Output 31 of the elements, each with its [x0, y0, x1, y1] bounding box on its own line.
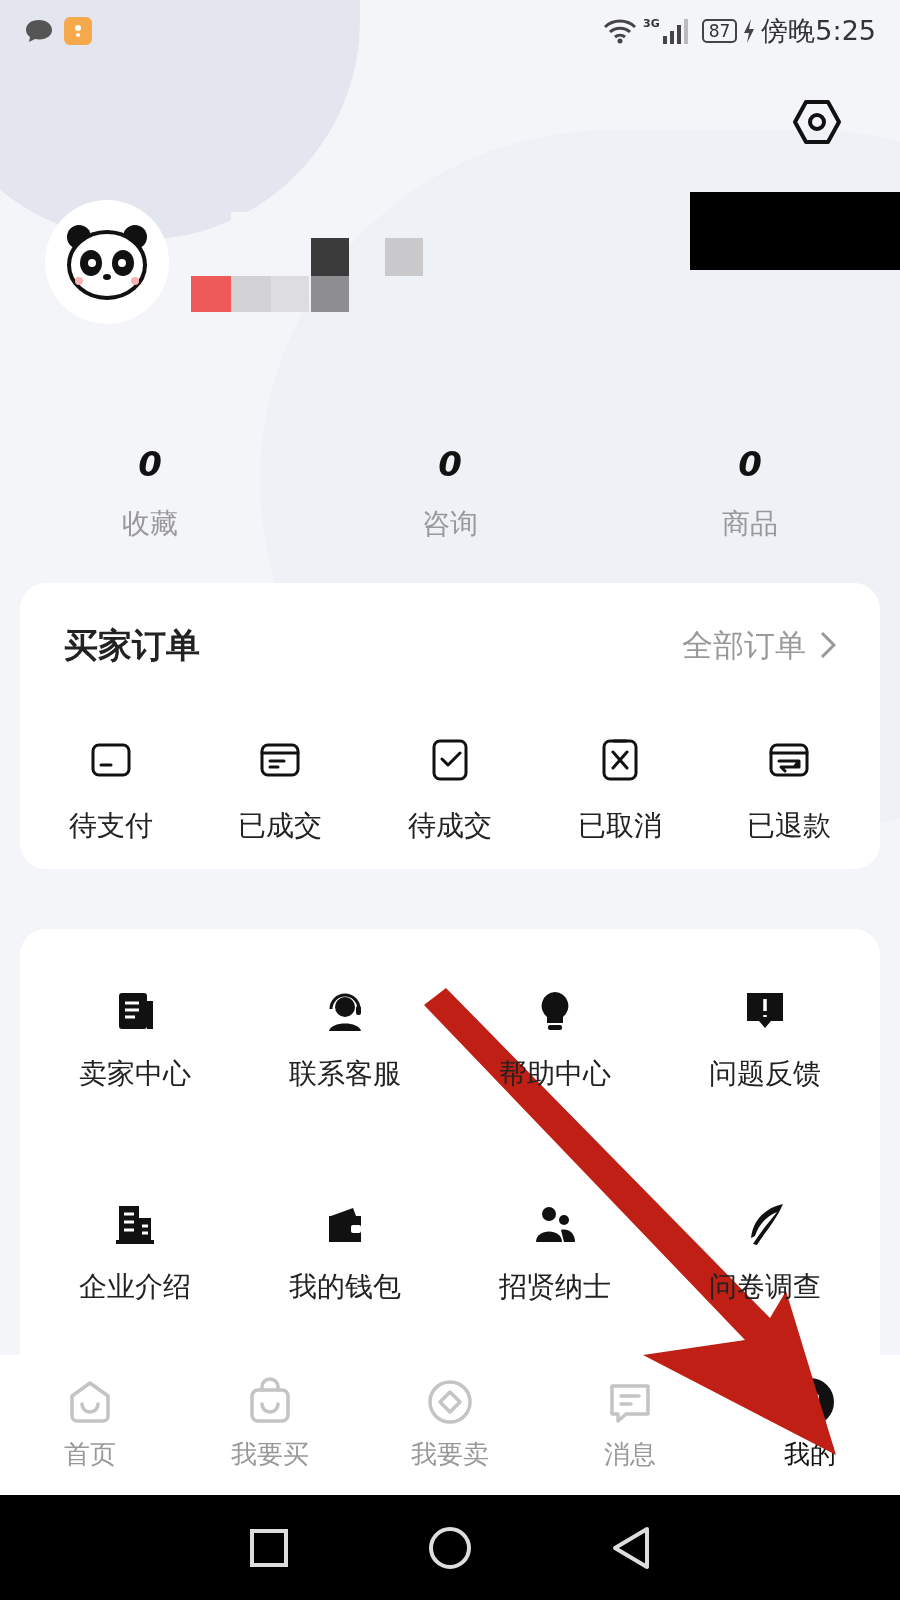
recent-apps-icon[interactable]	[249, 1527, 290, 1568]
signal-icon	[661, 18, 688, 44]
service-item[interactable]: 我的钱包	[240, 1202, 450, 1308]
order-status-item[interactable]: 待支付	[26, 737, 196, 847]
order-status-item[interactable]: 已成交	[195, 737, 366, 847]
battery-level: 87	[701, 19, 738, 43]
back-icon[interactable]	[610, 1525, 651, 1570]
order-status-item[interactable]: 已取消	[534, 737, 705, 847]
order-status-item[interactable]: 待成交	[365, 737, 535, 847]
service-item[interactable]: 联系客服	[240, 989, 450, 1095]
card-title: 买家订单	[64, 623, 200, 667]
status-time: 傍晚5:25	[761, 13, 876, 48]
service-item[interactable]: 企业介绍	[30, 1202, 240, 1308]
app-icon	[64, 17, 92, 45]
wifi-icon	[603, 17, 638, 45]
service-item[interactable]: 帮助中心	[450, 989, 660, 1095]
settings-icon[interactable]	[792, 99, 842, 145]
service-item[interactable]: 招贤纳士	[450, 1202, 660, 1308]
stat-value: 0	[138, 447, 162, 481]
panda-icon	[65, 223, 149, 301]
charging-icon	[743, 19, 756, 43]
stat-value: 0	[438, 447, 462, 481]
chat-icon	[24, 18, 54, 44]
service-item[interactable]: 卖家中心	[30, 989, 240, 1095]
service-item[interactable]: 问题反馈	[660, 989, 870, 1095]
chevron-right-icon	[820, 631, 836, 659]
network-label: 3G	[643, 18, 660, 29]
order-status-item[interactable]: 已退款	[704, 737, 874, 847]
home-icon[interactable]	[428, 1525, 472, 1570]
service-item[interactable]: 问卷调查	[660, 1202, 870, 1308]
stat-value: 0	[738, 447, 762, 481]
